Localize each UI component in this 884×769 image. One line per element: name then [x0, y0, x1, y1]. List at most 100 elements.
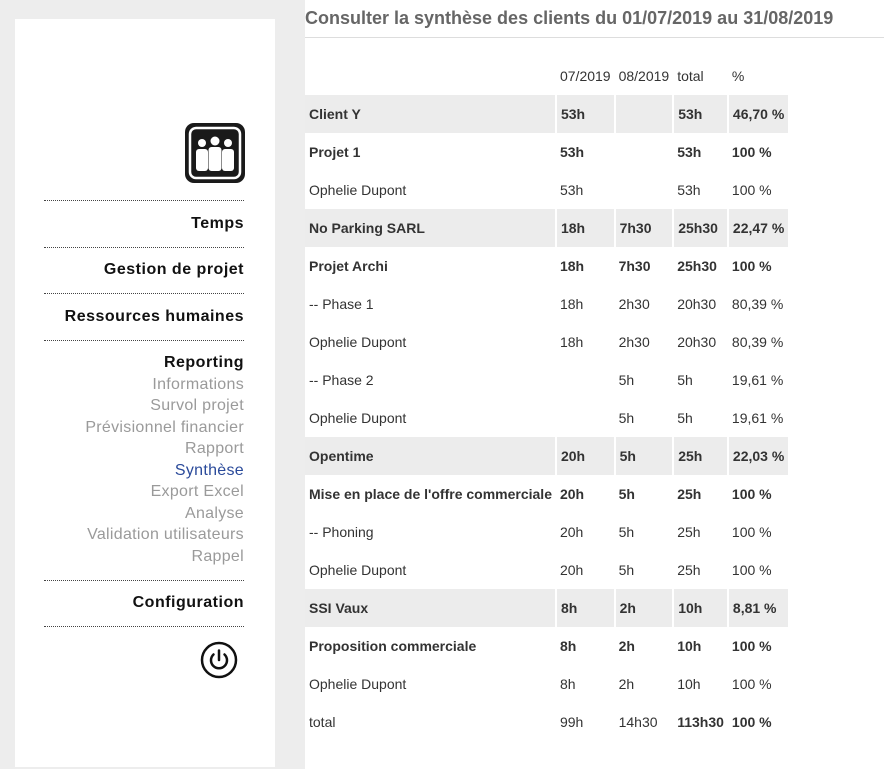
nav-item-survol-projet[interactable]: Survol projet	[44, 397, 244, 415]
value-total: 10h	[677, 638, 702, 654]
row-label: Client Y	[305, 95, 556, 133]
value-07-2019: 18h	[559, 334, 584, 350]
value-08-2019: 5h	[618, 524, 635, 540]
nav-divider	[44, 200, 244, 201]
value-07-2019: 53h	[554, 95, 615, 133]
nav-divider	[44, 293, 244, 294]
value-total: 113h30	[677, 714, 724, 730]
value-07-2019: 99h	[559, 714, 584, 730]
row-label: -- Phase 1	[309, 296, 374, 312]
column-header-08-2019: 08/2019	[614, 57, 674, 95]
nav-item-synthese[interactable]: Synthèse	[44, 462, 244, 480]
nav-gestion-de-projet[interactable]: Gestion de projet	[44, 261, 244, 279]
table-body: Client Y 53h 53h 46,70 % Projet 1 53h 53h 100 %…	[305, 95, 789, 741]
nav-item-previsionnel-financier[interactable]: Prévisionnel financier	[44, 419, 244, 437]
table-total-row: total 99h 14h30 113h30 100 %	[305, 703, 788, 741]
table-row: No Parking SARL 18h 7h30 25h30 22,47 %	[305, 209, 789, 247]
nav-temps[interactable]: Temps	[44, 215, 244, 233]
value-08-2019: 5h	[618, 562, 635, 578]
nav-divider	[44, 247, 244, 248]
row-label: Ophelie Dupont	[309, 334, 407, 350]
nav-reporting[interactable]: Reporting	[44, 354, 244, 372]
table-header-row: 07/2019 08/2019 total %	[305, 57, 789, 95]
value-07-2019	[556, 361, 615, 399]
value-total: 53h	[677, 144, 702, 160]
sidebar: Temps Gestion de projet Ressources humai…	[15, 19, 275, 767]
table-row: Proposition commerciale 8h 2h 10h 100 %	[305, 627, 788, 665]
value-07-2019: 53h	[559, 182, 584, 198]
row-label: No Parking SARL	[305, 209, 556, 247]
value-percent: 22,47 %	[726, 209, 789, 247]
nav-ressources-humaines[interactable]: Ressources humaines	[44, 308, 244, 326]
nav-divider	[44, 626, 244, 627]
value-total: 5h	[677, 410, 693, 426]
table-row: Ophelie Dupont 5h 5h 19,61 %	[305, 399, 788, 437]
synthesis-table: 07/2019 08/2019 total % Client Y 53h 53h 46…	[305, 57, 789, 741]
page-title: Consulter la synthèse des clients du 01/…	[305, 8, 834, 28]
value-07-2019: 8h	[559, 638, 577, 654]
row-label: Ophelie Dupont	[309, 562, 407, 578]
nav-item-rappel[interactable]: Rappel	[44, 548, 244, 566]
value-07-2019: 20h	[559, 486, 585, 502]
value-total: 25h	[677, 562, 701, 578]
value-08-2019	[615, 133, 674, 171]
value-07-2019: 8h	[559, 676, 576, 692]
value-07-2019: 20h	[559, 524, 584, 540]
value-total: 25h	[672, 437, 728, 475]
nav-item-export-excel[interactable]: Export Excel	[44, 483, 244, 501]
value-total: 10h	[677, 676, 701, 692]
row-label: Proposition commerciale	[309, 638, 477, 654]
value-percent: 80,39 %	[731, 334, 784, 350]
value-percent: 19,61 %	[731, 410, 784, 426]
value-08-2019	[615, 171, 674, 209]
row-label: Ophelie Dupont	[309, 676, 407, 692]
column-header-percent: %	[727, 57, 789, 95]
value-percent: 100 %	[731, 638, 772, 654]
value-percent: 100 %	[731, 258, 772, 274]
value-percent: 100 %	[731, 714, 772, 730]
nav-item-informations[interactable]: Informations	[44, 376, 244, 394]
nav-item-rapport[interactable]: Rapport	[44, 440, 244, 458]
nav-item-analyse[interactable]: Analyse	[44, 505, 244, 523]
power-icon[interactable]	[200, 641, 238, 679]
value-percent: 100 %	[731, 486, 772, 502]
table-row: -- Phoning 20h 5h 25h 100 %	[305, 513, 788, 551]
value-08-2019: 5h	[613, 437, 674, 475]
table-row: SSI Vaux 8h 2h 10h 8,81 %	[305, 589, 789, 627]
value-percent: 100 %	[731, 182, 772, 198]
table-row: Ophelie Dupont 53h 53h 100 %	[305, 171, 788, 209]
value-07-2019: 20h	[559, 562, 584, 578]
value-08-2019: 2h	[613, 589, 674, 627]
value-08-2019: 14h30	[618, 714, 658, 730]
value-08-2019: 5h	[618, 410, 635, 426]
value-total: 25h	[677, 524, 701, 540]
row-label: SSI Vaux	[305, 589, 556, 627]
table-row: Projet 1 53h 53h 100 %	[305, 133, 788, 171]
value-total: 20h30	[677, 334, 717, 350]
nav-divider	[44, 340, 244, 341]
row-label: Ophelie Dupont	[309, 410, 407, 426]
table-row: Ophelie Dupont 8h 2h 10h 100 %	[305, 665, 788, 703]
table-row: Client Y 53h 53h 46,70 %	[305, 95, 789, 133]
column-header-label	[305, 57, 556, 95]
value-08-2019: 2h30	[618, 334, 650, 350]
table-row: -- Phase 1 18h 2h30 20h30 80,39 %	[305, 285, 788, 323]
row-label: Projet 1	[309, 144, 361, 160]
nav-divider	[44, 580, 244, 581]
row-label: Projet Archi	[309, 258, 388, 274]
table-row: Opentime 20h 5h 25h 22,03 %	[305, 437, 789, 475]
row-label: Mise en place de l'offre commerciale	[309, 486, 552, 502]
value-total: 5h	[677, 372, 693, 388]
value-total: 53h	[672, 95, 728, 133]
value-percent: 22,03 %	[726, 437, 789, 475]
table-row: -- Phase 2 5h 5h 19,61 %	[305, 361, 788, 399]
nav-configuration[interactable]: Configuration	[44, 594, 244, 612]
team-logo-icon[interactable]	[185, 123, 245, 183]
row-label: -- Phase 2	[309, 372, 374, 388]
column-header-07-2019: 07/2019	[555, 57, 615, 95]
value-08-2019: 7h30	[618, 258, 651, 274]
nav-item-validation-utilisateurs[interactable]: Validation utilisateurs	[44, 526, 244, 544]
value-08-2019: 5h	[618, 372, 635, 388]
value-percent: 80,39 %	[731, 296, 784, 312]
main-content: Consulter la synthèse des clients du 01/…	[305, 0, 884, 769]
